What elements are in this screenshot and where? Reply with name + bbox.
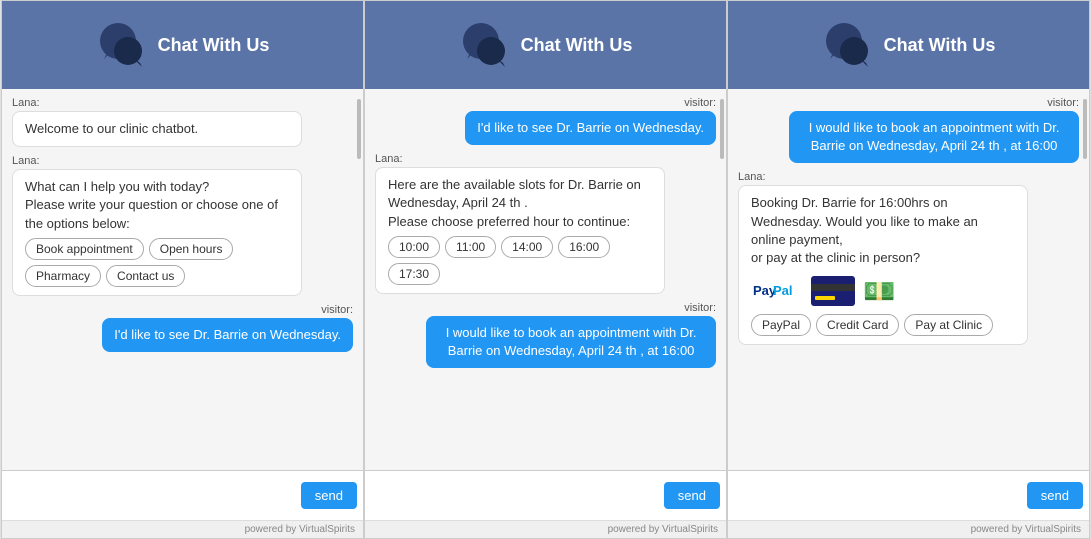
time-14[interactable]: 14:00	[501, 236, 553, 258]
bubble-lana-welcome: Welcome to our clinic chatbot.	[12, 111, 302, 147]
chat-body-2: visitor: I'd like to see Dr. Barrie on W…	[365, 89, 726, 470]
send-button-3[interactable]: send	[1027, 482, 1083, 509]
scrollbar-3[interactable]	[1083, 99, 1087, 159]
sender-visitor-2t: visitor:	[684, 97, 716, 109]
msg-visitor-1: visitor: I'd like to see Dr. Barrie on W…	[12, 304, 353, 352]
sender-visitor-2b: visitor:	[684, 302, 716, 314]
chat-header-1: Chat With Us	[2, 1, 363, 89]
bubble-lana-options: What can I help you with today?Please wr…	[12, 169, 302, 296]
payment-creditcard-btn[interactable]: Credit Card	[816, 314, 899, 336]
sender-visitor-3: visitor:	[1047, 97, 1079, 109]
bubble-lana-payment: Booking Dr. Barrie for 16:00hrs on Wedne…	[738, 185, 1028, 344]
chat-logo-icon-3	[822, 19, 874, 71]
payment-paypal-btn[interactable]: PayPal	[751, 314, 811, 336]
chat-panel-2: Chat With Us visitor: I'd like to see Dr…	[364, 0, 727, 539]
lana-payment-text: Booking Dr. Barrie for 16:00hrs on Wedne…	[751, 195, 978, 265]
chat-panel-3: Chat With Us visitor: I would like to bo…	[727, 0, 1090, 539]
chat-input-3[interactable]	[734, 484, 1023, 507]
payment-icons-row: Pay Pal 💵	[751, 273, 1015, 309]
chat-header-3: Chat With Us	[728, 1, 1089, 89]
payment-clinic-btn[interactable]: Pay at Clinic	[904, 314, 993, 336]
cash-icon: 💵	[863, 273, 895, 309]
option-book-appointment[interactable]: Book appointment	[25, 238, 144, 260]
sender-visitor-1: visitor:	[321, 304, 353, 316]
chat-body-1: Lana: Welcome to our clinic chatbot. Lan…	[2, 89, 363, 470]
sender-lana-3: Lana:	[375, 153, 716, 165]
chat-logo-icon	[96, 19, 148, 71]
bubble-visitor-2b: I would like to book an appointment with…	[426, 316, 716, 368]
chat-footer-2: send	[365, 470, 726, 520]
msg-lana-payment: Lana: Booking Dr. Barrie for 16:00hrs on…	[738, 171, 1079, 344]
lana-options-text: What can I help you with today?Please wr…	[25, 179, 278, 230]
chat-header-2: Chat With Us	[365, 1, 726, 89]
bubble-visitor-2t: I'd like to see Dr. Barrie on Wednesday.	[465, 111, 716, 145]
svg-text:Pal: Pal	[773, 283, 793, 298]
sender-lana-4: Lana:	[738, 171, 1079, 183]
payment-btns-row: PayPal Credit Card Pay at Clinic	[751, 314, 1015, 336]
chat-panel-1: Chat With Us Lana: Welcome to our clinic…	[1, 0, 364, 539]
time-10[interactable]: 10:00	[388, 236, 440, 258]
powered-by-1: powered by VirtualSpirits	[2, 520, 363, 538]
time-16[interactable]: 16:00	[558, 236, 610, 258]
option-open-hours[interactable]: Open hours	[149, 238, 234, 260]
sender-lana-1: Lana:	[12, 97, 353, 109]
msg-lana-times: Lana: Here are the available slots for D…	[375, 153, 716, 294]
scrollbar-2[interactable]	[720, 99, 724, 159]
bubble-visitor-1: I'd like to see Dr. Barrie on Wednesday.	[102, 318, 353, 352]
send-button-2[interactable]: send	[664, 482, 720, 509]
option-contact-us[interactable]: Contact us	[106, 265, 185, 287]
send-button-1[interactable]: send	[301, 482, 357, 509]
msg-visitor-2-top: visitor: I'd like to see Dr. Barrie on W…	[375, 97, 716, 145]
msg-lana-welcome: Lana: Welcome to our clinic chatbot.	[12, 97, 353, 147]
time-17[interactable]: 17:30	[388, 263, 440, 285]
times-row: 10:00 11:00 14:00 16:00 17:30	[388, 236, 652, 285]
msg-visitor-3: visitor: I would like to book an appoint…	[738, 97, 1079, 163]
chat-logo-icon-2	[459, 19, 511, 71]
sender-lana-2: Lana:	[12, 155, 353, 167]
chat-input-2[interactable]	[371, 484, 660, 507]
option-pharmacy[interactable]: Pharmacy	[25, 265, 101, 287]
chat-title-3: Chat With Us	[884, 35, 996, 56]
time-11[interactable]: 11:00	[445, 236, 496, 258]
paypal-logo-icon: Pay Pal	[751, 275, 803, 307]
powered-by-2: powered by VirtualSpirits	[365, 520, 726, 538]
bubble-visitor-3: I would like to book an appointment with…	[789, 111, 1079, 163]
chat-title-2: Chat With Us	[521, 35, 633, 56]
msg-visitor-2-bot: visitor: I would like to book an appoint…	[375, 302, 716, 368]
chat-input-1[interactable]	[8, 484, 297, 507]
chat-title-1: Chat With Us	[158, 35, 270, 56]
credit-card-icon	[811, 276, 855, 306]
bubble-lana-times: Here are the available slots for Dr. Bar…	[375, 167, 665, 294]
options-row-1: Book appointment Open hours Pharmacy Con…	[25, 238, 289, 287]
chat-footer-1: send	[2, 470, 363, 520]
scrollbar-1[interactable]	[357, 99, 361, 159]
chat-footer-3: send	[728, 470, 1089, 520]
powered-by-3: powered by VirtualSpirits	[728, 520, 1089, 538]
msg-lana-options: Lana: What can I help you with today?Ple…	[12, 155, 353, 296]
chat-body-3: visitor: I would like to book an appoint…	[728, 89, 1089, 470]
lana-times-text: Here are the available slots for Dr. Bar…	[388, 177, 641, 228]
